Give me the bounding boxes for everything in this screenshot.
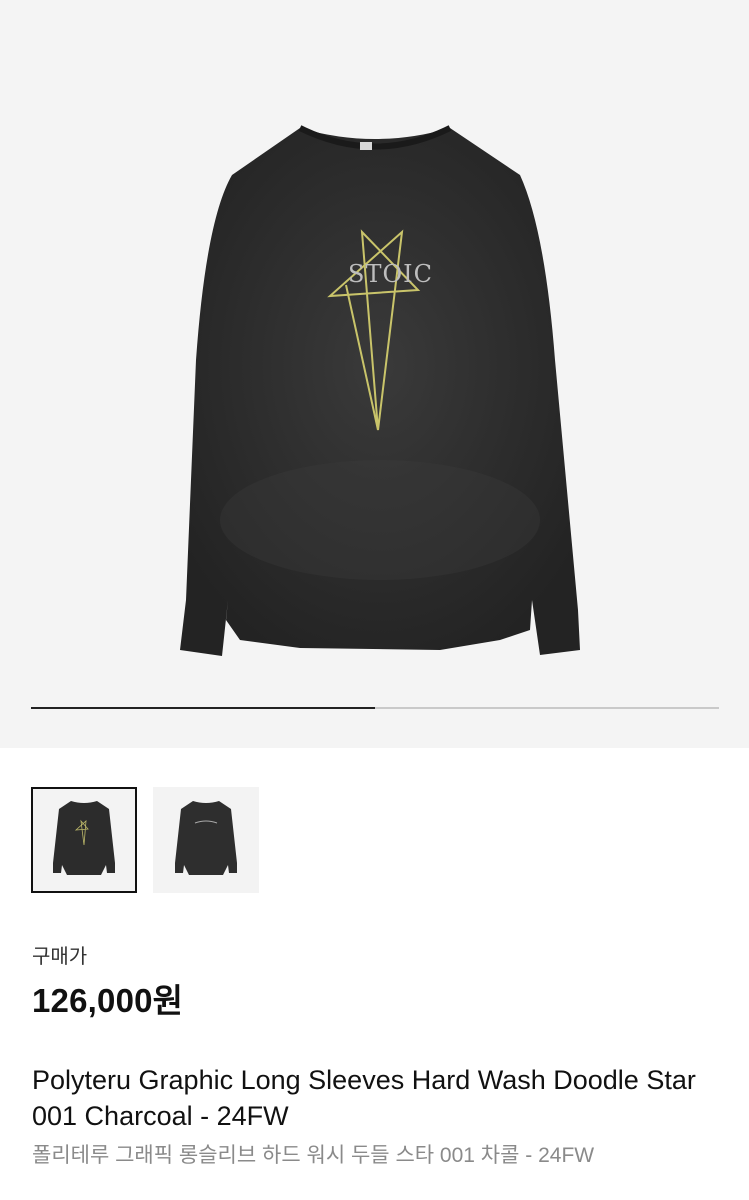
thumbnail-list xyxy=(31,787,259,893)
shirt-front-image xyxy=(31,787,137,893)
thumbnail-front[interactable] xyxy=(31,787,137,893)
thumbnail-back[interactable] xyxy=(153,787,259,893)
price-value: 126,000원 xyxy=(32,982,184,1019)
product-main-image[interactable]: STOIC xyxy=(0,0,749,700)
gallery-progress-fill xyxy=(31,707,375,709)
price-label: 구매가 xyxy=(32,946,88,968)
product-title-korean: 폴리테루 그래픽 롱슬리브 하드 워시 두들 스타 001 차콜 - 24FW xyxy=(32,1144,595,1167)
product-title-english: Polyteru Graphic Long Sleeves Hard Wash … xyxy=(32,1065,696,1131)
product-image-gallery[interactable]: STOIC xyxy=(0,0,749,748)
shirt-back-image xyxy=(153,787,259,893)
gallery-progress-bar xyxy=(31,707,719,709)
graphic-text: STOIC xyxy=(348,260,433,288)
